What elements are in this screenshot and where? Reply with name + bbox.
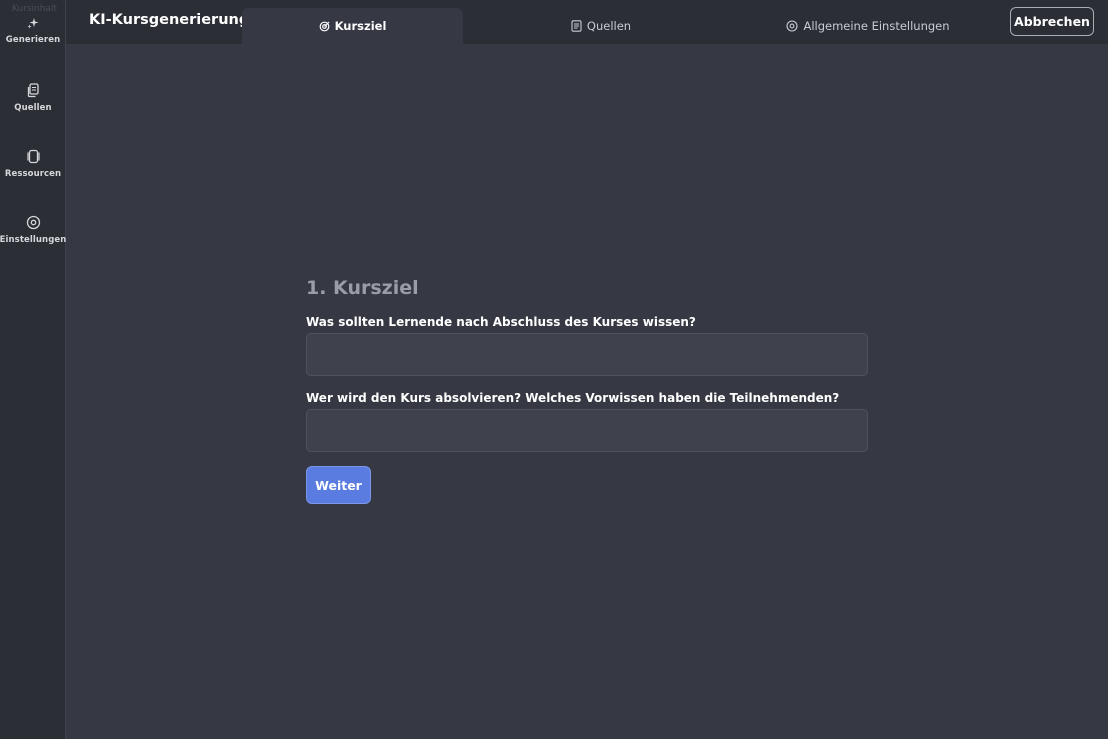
tab-label: Allgemeine Einstellungen (803, 19, 950, 33)
documents-icon (26, 83, 40, 98)
app-window: Kursinhalt Generieren Quellen Ressourcen… (0, 0, 1108, 739)
audience-label: Wer wird den Kurs absolvieren? Welches V… (306, 391, 840, 405)
document-icon (571, 20, 582, 32)
sidebar-item-quellen[interactable]: Quellen (0, 83, 66, 113)
header-bar: KI-Kursgenerierung Kursziel Quellen Allg… (66, 0, 1108, 44)
sparkle-icon (26, 16, 40, 30)
sidebar-ghost-text: Kursinhalt (12, 4, 57, 14)
tab-quellen[interactable]: Quellen (463, 8, 739, 44)
sidebar: Kursinhalt Generieren Quellen Ressourcen… (0, 0, 66, 739)
sidebar-item-generieren[interactable]: Generieren (0, 16, 66, 45)
sidebar-item-label: Ressourcen (4, 169, 62, 179)
gear-icon (26, 215, 41, 230)
sidebar-item-label: Quellen (14, 103, 52, 113)
learning-goal-input[interactable] (306, 333, 868, 376)
resources-icon (26, 149, 41, 164)
sidebar-item-label: Einstellungen (0, 235, 67, 245)
tab-kursziel[interactable]: Kursziel (242, 8, 463, 44)
tab-allgemeine-einstellungen[interactable]: Allgemeine Einstellungen (739, 8, 997, 44)
sidebar-item-einstellungen[interactable]: Einstellungen (0, 215, 66, 245)
tab-label: Kursziel (334, 19, 387, 33)
sidebar-item-ressourcen[interactable]: Ressourcen (0, 149, 66, 179)
cancel-button[interactable]: Abbrechen (1010, 7, 1094, 36)
section-title: 1. Kursziel (306, 277, 419, 299)
tab-label: Quellen (586, 19, 632, 33)
settings-circle-icon (786, 20, 799, 32)
audience-input[interactable] (306, 409, 868, 452)
sidebar-item-label: Generieren (5, 35, 61, 45)
app-title: KI-Kursgenerierung (89, 12, 250, 28)
learning-goal-label: Was sollten Lernende nach Abschluss des … (306, 315, 696, 329)
next-button[interactable]: Weiter (306, 466, 371, 504)
target-icon (319, 21, 330, 32)
